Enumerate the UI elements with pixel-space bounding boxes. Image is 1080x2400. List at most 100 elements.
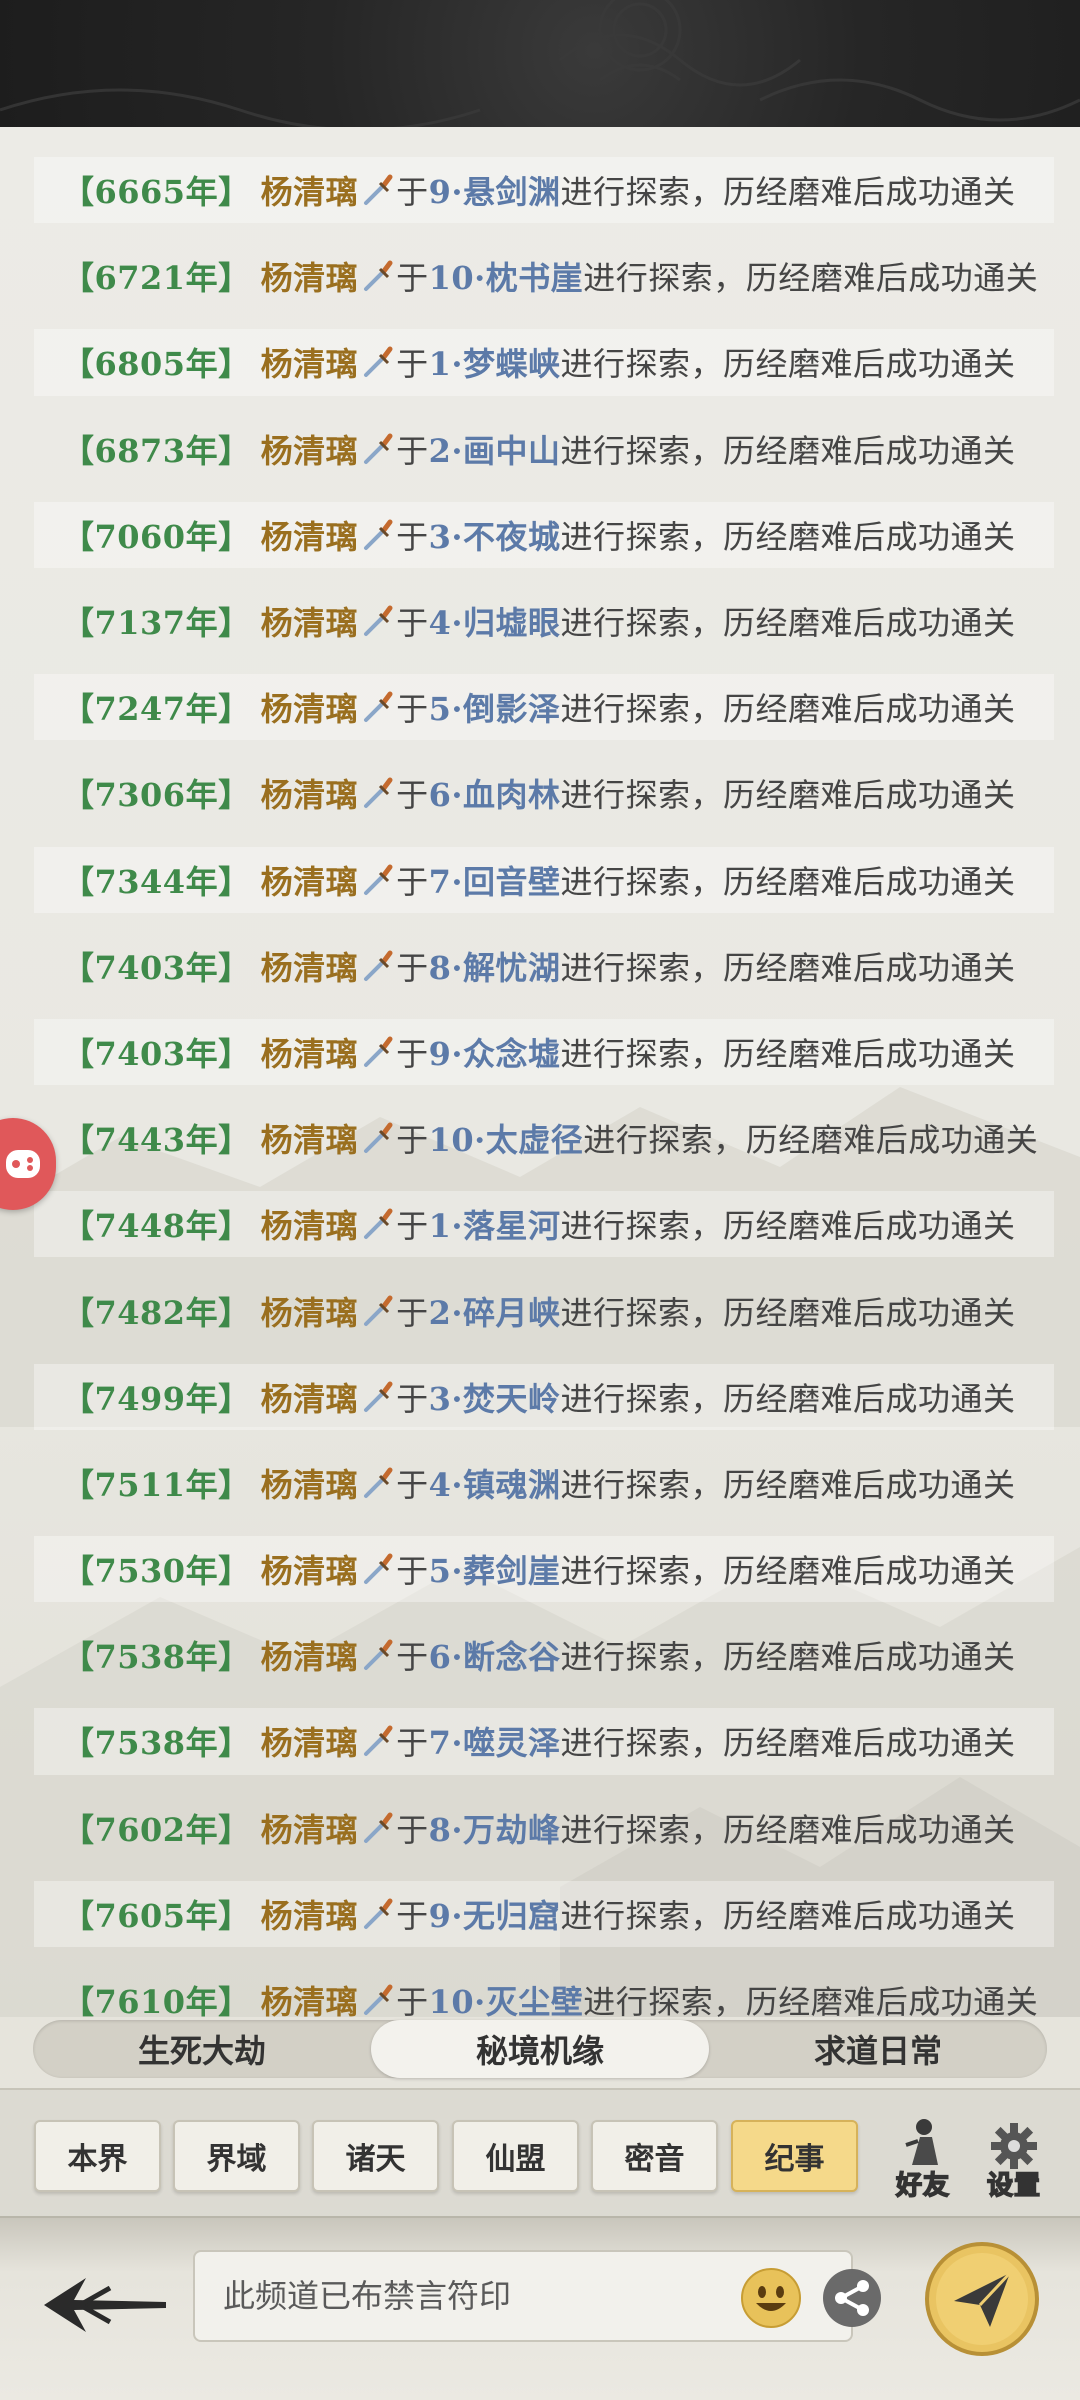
log-entry: 【7482年】 杨清璃于 2·碎月峡 进行探索，历经磨难后成功通关: [34, 1267, 1054, 1353]
realm-name: 1·梦蝶峡: [428, 345, 561, 384]
log-entry: 【6805年】 杨清璃于 1·梦蝶峡 进行探索，历经磨难后成功通关: [34, 319, 1054, 405]
realm-name: 5·倒影泽: [428, 690, 561, 729]
log-year: 【6873年】: [62, 431, 251, 470]
player-name[interactable]: 杨清璃: [261, 426, 359, 472]
log-prefix: 于: [396, 862, 429, 901]
player-name[interactable]: 杨清璃: [261, 598, 359, 644]
log-text: 进行探索，历经磨难后成功通关: [560, 1034, 1016, 1073]
log-entry: 【7538年】 杨清璃于 6·断念谷 进行探索，历经磨难后成功通关: [34, 1612, 1054, 1698]
sword-icon: [364, 1467, 393, 1498]
channel-chronicle[interactable]: 纪事: [731, 2120, 858, 2192]
player-name[interactable]: 杨清璃: [261, 167, 359, 213]
realm-name: 2·碎月峡: [428, 1293, 561, 1332]
log-text: 进行探索，历经磨难后成功通关: [560, 1638, 1016, 1677]
log-year: 【6721年】: [62, 259, 251, 298]
player-name[interactable]: 杨清璃: [261, 1718, 359, 1764]
player-name[interactable]: 杨清璃: [261, 1546, 359, 1592]
log-year: 【7538年】: [62, 1638, 251, 1677]
player-name[interactable]: 杨清璃: [261, 1460, 359, 1506]
realm-name: 4·归墟眼: [428, 604, 561, 643]
log-year: 【7247年】: [62, 690, 251, 729]
log-prefix: 于: [396, 1207, 429, 1246]
chat-input-area: [0, 2218, 1080, 2400]
sword-icon: [364, 1036, 393, 1067]
realm-name: 4·镇魂渊: [428, 1465, 561, 1504]
emoji-icon[interactable]: [740, 2267, 802, 2329]
log-prefix: 于: [396, 690, 429, 729]
player-name[interactable]: 杨清璃: [261, 1288, 359, 1334]
log-prefix: 于: [396, 948, 429, 987]
log-text: 进行探索，历经磨难后成功通关: [560, 517, 1016, 556]
player-name[interactable]: 杨清璃: [261, 943, 359, 989]
log-text: 进行探索，历经磨难后成功通关: [560, 1207, 1016, 1246]
player-name[interactable]: 杨清璃: [261, 1115, 359, 1161]
realm-name: 6·断念谷: [428, 1638, 561, 1677]
player-name[interactable]: 杨清璃: [261, 1977, 359, 2017]
share-icon[interactable]: [821, 2267, 883, 2329]
player-name[interactable]: 杨清璃: [261, 1891, 359, 1937]
log-prefix: 于: [396, 517, 429, 556]
player-name[interactable]: 杨清璃: [261, 512, 359, 558]
player-name[interactable]: 杨清璃: [261, 770, 359, 816]
player-name[interactable]: 杨清璃: [261, 253, 359, 299]
log-entry: 【6665年】 杨清璃于 9·悬剑渊 进行探索，历经磨难后成功通关: [34, 147, 1054, 233]
log-year: 【7499年】: [62, 1379, 251, 1418]
log-entry: 【7511年】 杨清璃于 4·镇魂渊 进行探索，历经磨难后成功通关: [34, 1440, 1054, 1526]
chronicle-log[interactable]: 【6665年】 杨清璃于 9·悬剑渊 进行探索，历经磨难后成功通关 【6721年】 杨清璃…: [0, 127, 1080, 2017]
sword-icon: [364, 1898, 393, 1929]
log-text: 进行探索，历经磨难后成功通关: [560, 604, 1016, 643]
realm-name: 3·焚天岭: [428, 1379, 561, 1418]
sword-icon: [364, 1553, 393, 1585]
tab-daily[interactable]: 求道日常: [709, 2020, 1047, 2078]
player-name[interactable]: 杨清璃: [261, 857, 359, 903]
tab-life-death[interactable]: 生死大劫: [33, 2020, 371, 2078]
gear-icon: [991, 2123, 1037, 2169]
channel-alliance[interactable]: 仙盟: [452, 2120, 579, 2192]
channel-local[interactable]: 本界: [34, 2120, 161, 2192]
log-text: 进行探索，历经磨难后成功通关: [560, 1810, 1016, 1849]
sword-icon: [364, 1812, 393, 1843]
sword-icon: [364, 1725, 393, 1757]
log-prefix: 于: [396, 1552, 429, 1591]
log-prefix: 于: [396, 1034, 429, 1073]
player-name[interactable]: 杨清璃: [261, 1374, 359, 1420]
log-text: 进行探索，历经磨难后成功通关: [560, 948, 1016, 987]
realm-name: 1·落星河: [428, 1207, 561, 1246]
realm-name: 2·画中山: [428, 431, 561, 470]
tab-secret-realm[interactable]: 秘境机缘: [371, 2020, 709, 2078]
log-year: 【7482年】: [62, 1293, 251, 1332]
log-prefix: 于: [396, 431, 429, 470]
log-year: 【7306年】: [62, 776, 251, 815]
friends-label: 好友: [895, 2170, 950, 2202]
log-prefix: 于: [396, 1121, 429, 1160]
sword-icon: [364, 519, 393, 550]
channel-whisper[interactable]: 密音: [591, 2120, 718, 2192]
chat-input[interactable]: [223, 2252, 693, 2340]
send-button[interactable]: [924, 2241, 1040, 2357]
player-name[interactable]: 杨清璃: [261, 684, 359, 730]
player-name[interactable]: 杨清璃: [261, 1632, 359, 1678]
player-name[interactable]: 杨清璃: [261, 1201, 359, 1247]
channel-heavens[interactable]: 诸天: [312, 2120, 439, 2192]
player-name[interactable]: 杨清璃: [261, 339, 359, 385]
player-name[interactable]: 杨清璃: [261, 1029, 359, 1075]
sword-icon: [364, 1122, 393, 1154]
channel-domain[interactable]: 界域: [173, 2120, 300, 2192]
log-text: 进行探索，历经磨难后成功通关: [583, 259, 1039, 298]
log-text: 进行探索，历经磨难后成功通关: [560, 1465, 1016, 1504]
player-name[interactable]: 杨清璃: [261, 1805, 359, 1851]
friends-button[interactable]: 好友: [885, 2112, 961, 2202]
settings-button[interactable]: 设置: [976, 2112, 1052, 2202]
sword-icon: [364, 433, 393, 464]
back-arrow-icon[interactable]: [40, 2270, 170, 2340]
log-prefix: 于: [396, 1293, 429, 1332]
friends-icon: [905, 2119, 938, 2165]
sword-icon: [364, 1381, 393, 1412]
log-text: 进行探索，历经磨难后成功通关: [560, 1896, 1016, 1935]
log-prefix: 于: [396, 604, 429, 643]
log-year: 【7403年】: [62, 1034, 251, 1073]
log-text: 进行探索，历经磨难后成功通关: [560, 345, 1016, 384]
log-text: 进行探索，历经磨难后成功通关: [583, 1983, 1039, 2017]
log-entry: 【7403年】 杨清璃于 9·众念墟 进行探索，历经磨难后成功通关: [34, 1009, 1054, 1095]
sword-icon: [364, 1639, 393, 1671]
